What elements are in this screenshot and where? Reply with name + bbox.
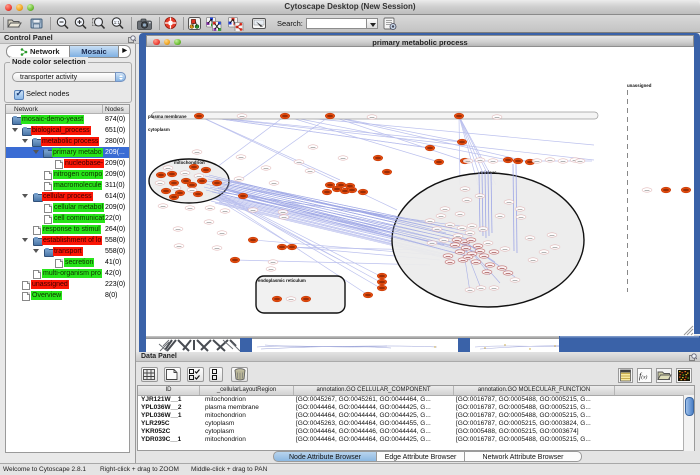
svg-text:endoplasmic reticulum: endoplasmic reticulum xyxy=(258,278,306,283)
svg-text:plasma membrane: plasma membrane xyxy=(148,114,187,119)
svg-text:unassigned: unassigned xyxy=(627,83,652,88)
svg-text:1:1: 1:1 xyxy=(114,20,121,25)
svg-text:nucleus: nucleus xyxy=(480,170,497,175)
svg-text:mitochondrion: mitochondrion xyxy=(174,160,205,165)
svg-text:cytoplasm: cytoplasm xyxy=(148,127,170,132)
